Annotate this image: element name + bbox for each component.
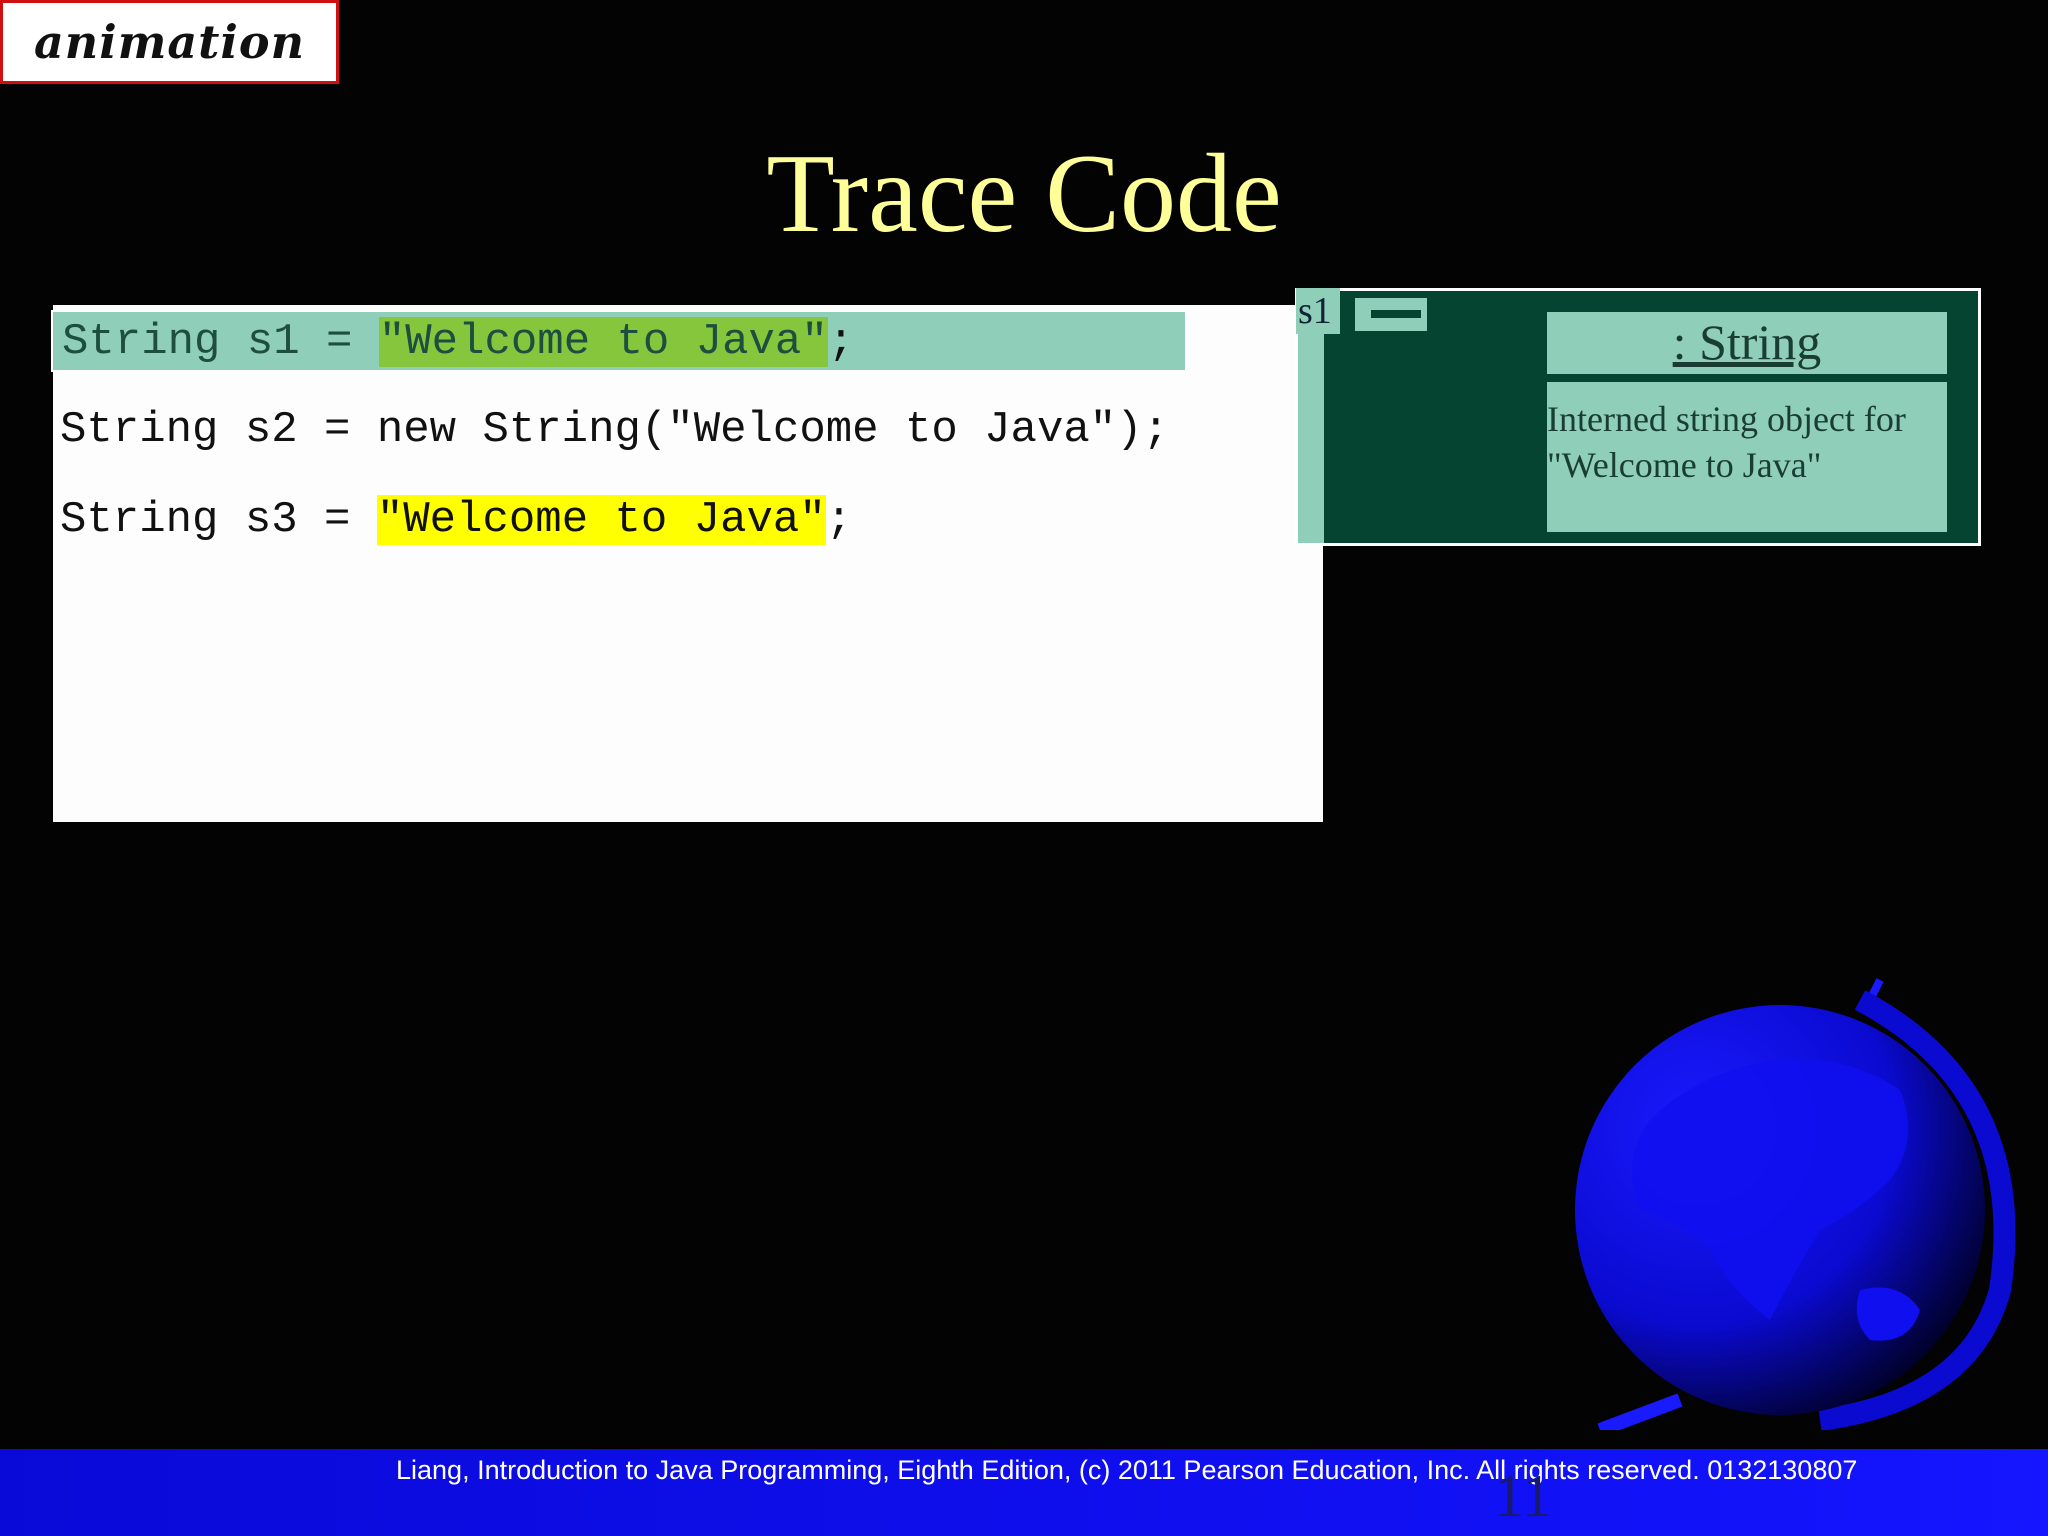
copyright-text: Liang, Introduction to Java Programming,… <box>396 1455 1858 1485</box>
string-object-body: Interned string object for "Welcome to J… <box>1547 382 1947 532</box>
variable-label-s1: s1 <box>1296 288 1340 334</box>
code-line-3-prefix: String s3 = <box>60 495 377 545</box>
code-line-2: String s2 = new String("Welcome to Java"… <box>60 405 1169 455</box>
code-line-1-current: String s1 = "Welcome to Java"; <box>51 310 1187 372</box>
animation-badge: animation <box>0 0 339 84</box>
reference-cell <box>1355 298 1427 331</box>
code-line-1-literal: "Welcome to Java" <box>378 317 828 367</box>
code-line-3-suffix: ; <box>825 495 853 545</box>
slide-title: Trace Code <box>766 132 1282 256</box>
reference-stripe <box>1298 334 1324 543</box>
code-line-1-suffix: ; <box>827 317 855 367</box>
code-line-3: String s3 = "Welcome to Java"; <box>60 490 852 550</box>
code-line-1-prefix: String s1 = <box>62 317 379 367</box>
string-object-type: : String <box>1672 314 1822 370</box>
animation-badge-label: animation <box>33 15 306 69</box>
string-object-desc-line2: "Welcome to Java" <box>1547 445 1822 485</box>
code-panel: String s1 = "Welcome to Java"; String s2… <box>51 305 1323 822</box>
code-line-3-literal: "Welcome to Java" <box>376 495 826 545</box>
string-object-desc-line1: Interned string object for <box>1547 399 1906 439</box>
string-object-header: : String <box>1547 312 1947 378</box>
page-number: 11 <box>1494 1463 1552 1529</box>
globe-icon <box>1575 978 2016 1430</box>
